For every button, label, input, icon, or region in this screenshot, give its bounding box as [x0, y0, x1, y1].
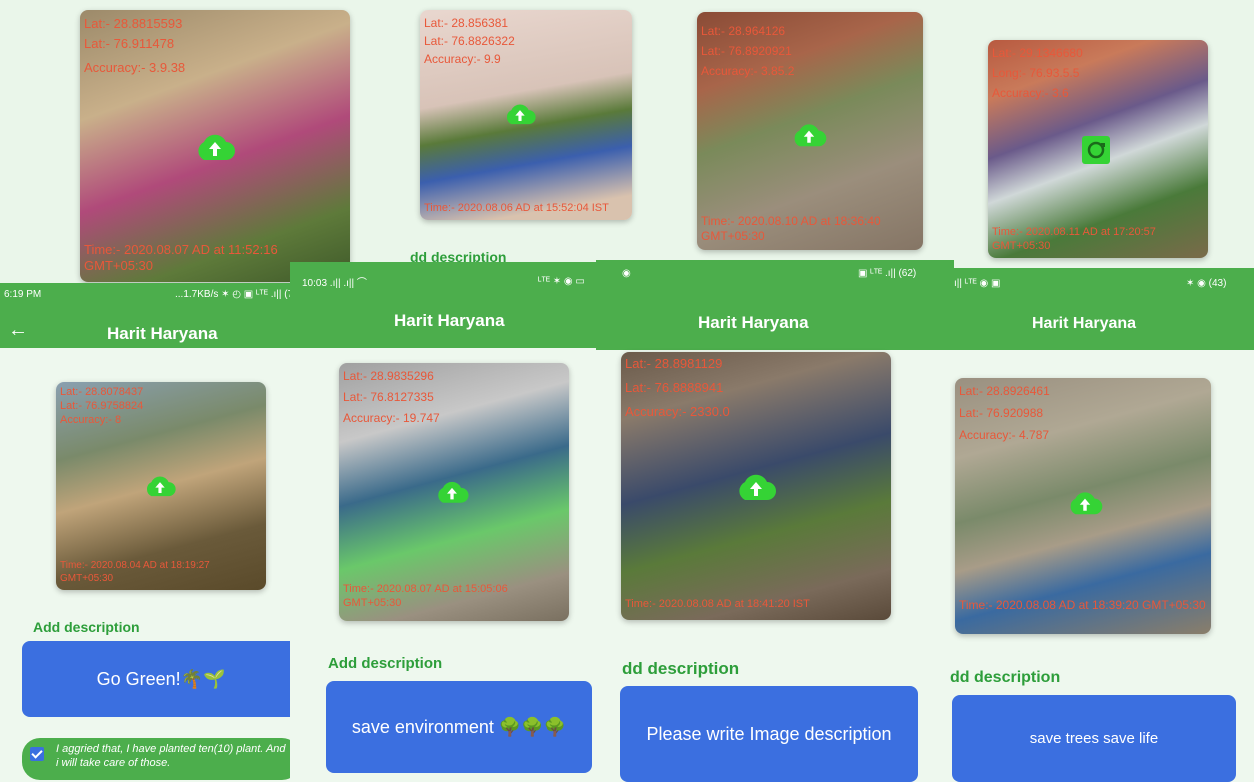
- photo-1-time: Time:- 2020.08.04 AD at 18:19:27 GMT+05:…: [60, 560, 210, 584]
- top-photo-3-accuracy: Accuracy:- 3.85.2: [701, 64, 795, 78]
- photo-3-long: Lat:- 76.8888941: [625, 380, 724, 395]
- photo-1: Lat:- 28.8078437 Lat:- 76.9758824 Accura…: [56, 382, 266, 590]
- status-icons-right: ᴸᵀᴱ ✶ ◉ ▭: [538, 276, 585, 287]
- photo-4-long: Lat:- 76.920988: [959, 406, 1044, 420]
- back-arrow-icon[interactable]: ←: [8, 319, 28, 342]
- agreement-checkbox-row[interactable]: I aggried that, I have planted ten(10) p…: [22, 738, 300, 780]
- desc-label: dd description: [622, 659, 740, 678]
- page-title: Harit Haryana: [107, 324, 218, 343]
- top-photo-4: Lat:- 29.1346680 Long:- 76.93.5.5 Accura…: [988, 40, 1208, 258]
- photo-4: Lat:- 28.8926461 Lat:- 76.920988 Accurac…: [955, 378, 1211, 634]
- photo-4-lat: Lat:- 28.8926461: [959, 384, 1050, 398]
- description-field[interactable]: Please write Image description: [620, 686, 918, 782]
- screen-1: 6:19 PM ...1.7KB/s ✶ ◴ ▣ ᴸᵀᴱ .ı|| (75) ←…: [0, 283, 316, 782]
- photo-4-accuracy: Accuracy:- 4.787: [959, 428, 1050, 442]
- cloud-upload-icon[interactable]: [789, 122, 829, 148]
- top-photo-2-long: Lat:- 76.8826322: [424, 34, 515, 48]
- status-time: 6:19 PM: [4, 289, 42, 300]
- app-bar: ◉ ▣ ᴸᵀᴱ .ı|| (62) Harit Haryana: [596, 260, 954, 350]
- status-icons-right: ▣ ᴸᵀᴱ .ı|| (62): [858, 268, 917, 279]
- photo-3: Lat:- 28.8981129 Lat:- 76.8888941 Accura…: [621, 352, 891, 620]
- screen-2: 10:03 .ı|| .ı|| ⌒ ᴸᵀᴱ ✶ ◉ ▭ Harit Haryan…: [290, 262, 620, 782]
- top-photo-1-lat: Lat:- 28.8815593: [84, 16, 183, 31]
- status-icons-left: ı|| ᴸᵀᴱ ◉ ▣: [954, 278, 1001, 289]
- photo-2: Lat:- 28.9835296 Lat:- 76.8127335 Accura…: [339, 363, 569, 621]
- app-bar: 10:03 .ı|| .ı|| ⌒ ᴸᵀᴱ ✶ ◉ ▭ Harit Haryan…: [290, 262, 620, 348]
- desc-label: Add description: [33, 619, 140, 635]
- agreement-text: I aggried that, I have planted ten(10) p…: [56, 743, 286, 770]
- sync-icon[interactable]: [1082, 136, 1110, 164]
- photo-2-time: Time:- 2020.08.07 AD at 15:05:06 GMT+05:…: [343, 583, 508, 609]
- description-field[interactable]: save trees save life: [952, 695, 1236, 782]
- photo-1-lat: Lat:- 28.8078437: [60, 386, 144, 398]
- photo-2-lat: Lat:- 28.9835296: [343, 369, 434, 383]
- top-photo-3-lat: Lat:- 28.964126: [701, 24, 786, 38]
- top-photo-2-time: Time:- 2020.08.06 AD at 15:52:04 IST: [424, 202, 609, 214]
- photo-1-accuracy: Accuracy:- 8: [60, 414, 122, 426]
- page-title: Harit Haryana: [1032, 315, 1137, 332]
- checkbox-checked-icon[interactable]: [30, 747, 44, 761]
- photo-2-accuracy: Accuracy:- 19.747: [343, 411, 440, 425]
- cloud-upload-icon[interactable]: [1065, 490, 1105, 516]
- photo-4-time: Time:- 2020.08.08 AD at 18:39:20 GMT+05:…: [959, 598, 1206, 612]
- top-photo-4-lat: Lat:- 29.1346680: [992, 46, 1083, 60]
- screen-4: ı|| ᴸᵀᴱ ◉ ▣ ✶ ◉ (43) Harit Haryana Lat:-…: [950, 268, 1254, 782]
- description-field[interactable]: Go Green!🌴🌱: [22, 641, 300, 717]
- cloud-upload-icon[interactable]: [142, 474, 178, 498]
- app-bar: 6:19 PM ...1.7KB/s ✶ ◴ ▣ ᴸᵀᴱ .ı|| (75) ←…: [0, 283, 316, 348]
- top-photo-2-accuracy: Accuracy:- 9.9: [424, 52, 501, 66]
- top-photo-4-accuracy: Accuracy:- 3.6: [992, 86, 1069, 100]
- status-icons-left: 10:03 .ı|| .ı|| ⌒: [302, 278, 367, 289]
- desc-label: dd description: [950, 669, 1061, 686]
- photo-3-lat: Lat:- 28.8981129: [625, 356, 723, 371]
- page-title: Harit Haryana: [698, 313, 809, 332]
- top-photo-2: Lat:- 28.856381 Lat:- 76.8826322 Accurac…: [420, 10, 632, 220]
- photo-3-accuracy: Accuracy:- 2330.0: [625, 404, 730, 419]
- status-icons-right: ✶ ◉ (43): [1186, 278, 1227, 289]
- top-photo-1-accuracy: Accuracy:- 3.9.38: [84, 60, 186, 75]
- cloud-upload-icon[interactable]: [502, 102, 538, 126]
- top-photo-2-lat: Lat:- 28.856381: [424, 16, 509, 30]
- photo-3-time: Time:- 2020.08.08 AD at 18:41:20 IST: [625, 598, 810, 610]
- top-photo-3-time: Time:- 2020.08.10 AD at 18:36:40 GMT+05:…: [701, 214, 881, 243]
- top-photo-4-time: Time:- 2020.08.11 AD at 17:20:57 GMT+05:…: [992, 226, 1156, 252]
- status-icons-left: ◉: [622, 268, 631, 279]
- photo-1-long: Lat:- 76.9758824: [60, 400, 144, 412]
- description-field[interactable]: save environment 🌳🌳🌳: [326, 681, 592, 773]
- cloud-upload-icon[interactable]: [433, 479, 471, 505]
- photo-2-long: Lat:- 76.8127335: [343, 390, 434, 404]
- top-photo-4-long: Long:- 76.93.5.5: [992, 66, 1080, 80]
- top-photo-1: Lat:- 28.8815593 Lat:- 76.911478 Accurac…: [80, 10, 350, 282]
- top-photo-1-long: Lat:- 76.911478: [84, 36, 175, 51]
- desc-label: Add description: [328, 655, 443, 672]
- top-photo-3-long: Lat:- 76.8920921: [701, 44, 792, 58]
- status-icons: ...1.7KB/s ✶ ◴ ▣ ᴸᵀᴱ .ı|| (75): [175, 289, 303, 300]
- cloud-upload-icon[interactable]: [733, 472, 779, 502]
- cloud-upload-icon[interactable]: [192, 132, 238, 162]
- page-title: Harit Haryana: [394, 311, 505, 330]
- top-photo-3: Lat:- 28.964126 Lat:- 76.8920921 Accurac…: [697, 12, 923, 250]
- app-bar: ı|| ᴸᵀᴱ ◉ ▣ ✶ ◉ (43) Harit Haryana: [950, 268, 1254, 350]
- screen-3: ◉ ▣ ᴸᵀᴱ .ı|| (62) Harit Haryana Lat:- 28…: [596, 260, 954, 782]
